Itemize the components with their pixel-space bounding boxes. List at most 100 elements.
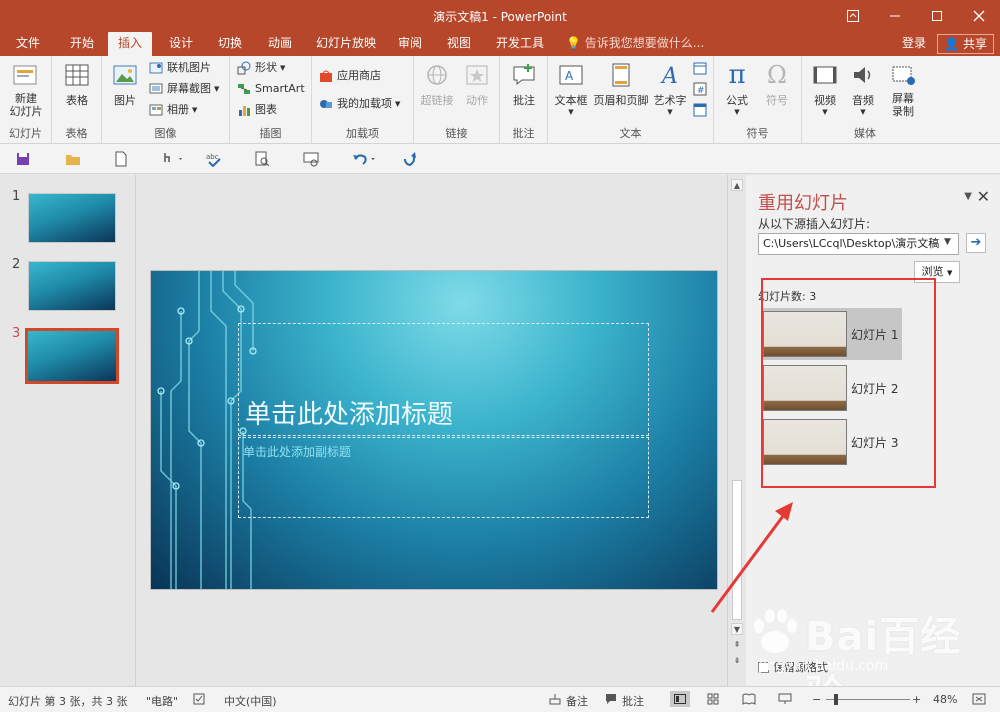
accessibility-icon[interactable] — [192, 692, 206, 706]
tab-animations[interactable]: 动画 — [258, 32, 302, 56]
album-button[interactable]: 相册 ▼ — [148, 100, 197, 120]
tab-view[interactable]: 视图 — [437, 32, 481, 56]
svg-text:#: # — [697, 86, 705, 96]
my-addins-button[interactable]: 我的加载项 ▼ — [318, 94, 400, 114]
slide-thumbnail-3[interactable] — [25, 328, 119, 384]
comment-icon — [509, 60, 539, 90]
next-slide-icon[interactable]: ⇟ — [731, 655, 743, 667]
slide-thumbnail-pane: 1 2 3 — [0, 175, 136, 686]
smartart-button[interactable]: SmartArt — [236, 79, 305, 99]
pane-options-icon[interactable]: ▼ — [964, 191, 972, 202]
date-time-button[interactable] — [692, 58, 708, 78]
tab-transitions[interactable]: 切换 — [208, 32, 252, 56]
slideshow-view-icon[interactable] — [778, 692, 792, 706]
fit-to-window-icon[interactable] — [972, 692, 986, 706]
tell-me-box[interactable]: 💡 告诉我您想要做什么... — [566, 32, 704, 56]
new-slide-button[interactable]: 新建 幻灯片 — [4, 60, 48, 118]
table-button[interactable]: 表格 — [60, 60, 94, 108]
title-placeholder[interactable]: 单击此处添加标题 — [238, 323, 649, 436]
scroll-up-arrow[interactable]: ▲ — [731, 179, 743, 191]
save-button[interactable] — [14, 150, 32, 168]
vertical-scrollbar[interactable]: ▲ ▼ ⇞ ⇟ — [727, 175, 745, 686]
object-icon — [692, 102, 708, 118]
subtitle-placeholder[interactable]: 单击此处添加副标题 — [238, 437, 649, 518]
chevron-down-icon: ▼ — [734, 108, 740, 116]
group-slides-label: 幻灯片 — [9, 127, 42, 140]
new-slide-icon — [11, 60, 41, 90]
notes-button[interactable]: 备注 — [566, 693, 588, 709]
previous-slide-icon[interactable]: ⇞ — [731, 639, 743, 651]
redo-button[interactable] — [400, 150, 418, 168]
current-slide[interactable]: 单击此处添加标题 单击此处添加副标题 — [150, 270, 718, 590]
reading-view-icon[interactable] — [742, 692, 756, 706]
action-button[interactable]: 动作 — [458, 60, 496, 108]
store-button[interactable]: 应用商店 — [318, 66, 381, 86]
tab-insert[interactable]: 插入 — [108, 32, 153, 56]
svg-text:A: A — [660, 64, 678, 87]
chevron-down-icon[interactable]: ▼ — [944, 237, 951, 247]
zoom-out-button[interactable]: − — [812, 693, 821, 706]
ribbon-display-options-button[interactable] — [832, 0, 874, 32]
touch-mode-button[interactable] — [158, 150, 186, 168]
share-button[interactable]: 👤 共享 — [937, 34, 994, 54]
go-arrow-button[interactable]: ➔ — [966, 233, 986, 253]
video-button[interactable]: 视频 ▼ — [806, 60, 844, 116]
close-button[interactable] — [958, 0, 1000, 32]
window-controls — [832, 0, 1000, 32]
tab-slideshow[interactable]: 幻灯片放映 — [306, 32, 386, 56]
scroll-thumb[interactable] — [732, 480, 742, 620]
open-button[interactable] — [64, 150, 82, 168]
slide-sorter-icon[interactable] — [706, 692, 720, 706]
comment-button[interactable]: 批注 — [506, 60, 542, 108]
minimize-button[interactable] — [874, 0, 916, 32]
textbox-icon: A — [556, 60, 586, 90]
tab-home[interactable]: 开始 — [60, 32, 104, 56]
source-path-input[interactable]: C:\Users\LCcql\Desktop\演示文稿 — [758, 233, 959, 255]
subtitle-placeholder-text: 单击此处添加副标题 — [243, 445, 352, 459]
slide-number-button[interactable]: # — [692, 79, 708, 99]
notes-icon[interactable] — [548, 692, 562, 706]
tab-developer[interactable]: 开发工具 — [486, 32, 554, 56]
zoom-level[interactable]: 48% — [933, 693, 957, 706]
zoom-slider-thumb[interactable] — [834, 694, 838, 705]
screen-recording-button[interactable]: 屏幕 录制 — [884, 60, 922, 118]
hyperlink-button[interactable]: 超链接 — [418, 60, 456, 108]
spelling-button[interactable]: abc — [205, 150, 223, 168]
wordart-button[interactable]: A 艺术字 ▼ — [652, 60, 688, 116]
slide-thumbnail-2[interactable] — [28, 261, 116, 311]
login-link[interactable]: 登录 — [902, 32, 926, 56]
normal-view-icon[interactable] — [670, 691, 690, 707]
textbox-button[interactable]: A 文本框 ▼ — [550, 60, 592, 116]
online-pictures-button[interactable]: 联机图片 — [148, 58, 211, 78]
slide-thumbnail-1[interactable] — [28, 193, 116, 243]
maximize-button[interactable] — [916, 0, 958, 32]
tab-design[interactable]: 设计 — [159, 32, 203, 56]
pane-close-icon[interactable]: ✕ — [977, 187, 990, 206]
tab-file[interactable]: 文件 — [6, 32, 50, 56]
my-addins-label: 我的加载项 — [337, 97, 392, 110]
undo-button[interactable] — [350, 150, 378, 168]
shapes-button[interactable]: 形状 ▼ — [236, 58, 285, 78]
equation-button[interactable]: π 公式 ▼ — [718, 60, 756, 116]
audio-button[interactable]: 音频 ▼ — [844, 60, 882, 116]
zoom-in-button[interactable]: + — [912, 693, 921, 706]
symbol-button[interactable]: Ω 符号 — [758, 60, 796, 108]
slideshow-button[interactable] — [302, 150, 320, 168]
share-label: 共享 — [962, 37, 987, 51]
header-footer-button[interactable]: 页眉和页脚 — [592, 60, 650, 108]
new-button[interactable] — [112, 150, 130, 168]
object-button[interactable] — [692, 100, 708, 120]
pane-title: 重用幻灯片 — [758, 193, 848, 214]
zoom-slider[interactable] — [826, 699, 910, 700]
language[interactable]: 中文(中国) — [224, 693, 277, 709]
print-preview-button[interactable] — [253, 150, 271, 168]
ribbon-tabs: 文件 开始 插入 设计 切换 动画 幻灯片放映 审阅 视图 开发工具 💡 告诉我… — [0, 32, 1000, 56]
comments-icon[interactable] — [604, 692, 618, 706]
scroll-down-arrow[interactable]: ▼ — [731, 623, 743, 635]
screenshot-button[interactable]: 屏幕截图 ▼ — [148, 79, 219, 99]
picture-button[interactable]: 图片 — [108, 60, 142, 108]
tab-review[interactable]: 审阅 — [388, 32, 432, 56]
comments-button[interactable]: 批注 — [622, 693, 644, 709]
new-document-icon — [115, 151, 127, 167]
chart-button[interactable]: 图表 — [236, 100, 277, 120]
